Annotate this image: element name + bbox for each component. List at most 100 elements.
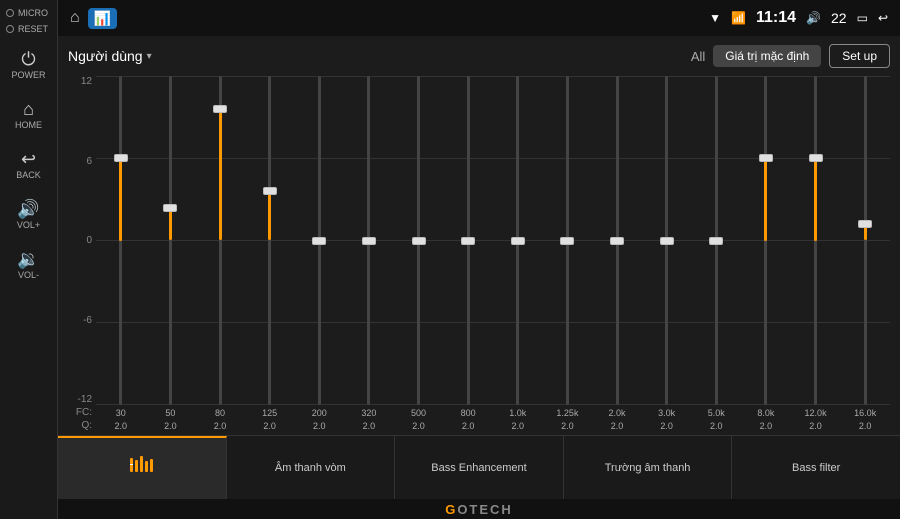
fc-val-5: 320 [344, 408, 394, 418]
slider-thumb-9[interactable] [560, 237, 574, 245]
slider-thumb-2[interactable] [213, 105, 227, 113]
slider-thumb-12[interactable] [709, 237, 723, 245]
q-val-12: 2.0 [692, 421, 742, 431]
user-dropdown-label: Người dùng [68, 48, 143, 64]
fc-val-12: 5.0k [692, 408, 742, 418]
fc-val-8: 1.0k [493, 408, 543, 418]
slider-thumb-14[interactable] [809, 154, 823, 162]
slider-thumb-13[interactable] [759, 154, 773, 162]
tab-label-4: Bass filter [792, 462, 840, 474]
home-topbar-icon: ⌂ [70, 9, 80, 27]
slider-track-area-1 [146, 76, 196, 405]
fc-label: FC: [68, 407, 96, 418]
q-val-11: 2.0 [642, 421, 692, 431]
q-label: Q: [68, 420, 96, 431]
slider-track-9 [566, 76, 569, 405]
sidebar: MICRO RESET ⏻ POWER ⌂ HOME ↩ BACK 🔊 VOL+… [0, 0, 58, 519]
speaker-icon: 🔊 [806, 11, 821, 25]
eq-header-right: All Giá trị mặc định Set up [691, 44, 890, 68]
y-label-0: 0 [68, 235, 92, 246]
tab-3[interactable]: Trường âm thanh [564, 436, 733, 499]
back-button[interactable]: ↩ BACK [4, 142, 54, 188]
tab-1[interactable]: Âm thanh vòm [227, 436, 396, 499]
band-col-14 [791, 76, 841, 405]
fc-values: 3050801252003205008001.0k1.25k2.0k3.0k5.… [96, 408, 890, 418]
slider-thumb-8[interactable] [511, 237, 525, 245]
power-label: POWER [11, 70, 45, 80]
eq-sliders-wrapper: 12 6 0 -6 -12 [68, 76, 890, 431]
band-col-4 [295, 76, 345, 405]
vol-down-icon: 🔉 [17, 250, 39, 268]
clock-display: 11:14 [756, 9, 796, 27]
reset-radio[interactable] [6, 25, 14, 33]
tab-label-1: Âm thanh vòm [275, 462, 346, 474]
tabbar: Âm thanh vòm Bass Enhancement Trường âm th… [58, 435, 900, 499]
brand-text: GOTECH [445, 502, 513, 517]
user-dropdown[interactable]: Người dùng ▾ [68, 48, 152, 64]
tab-icon-0 [128, 454, 156, 482]
slider-track-7 [467, 76, 470, 405]
vol-down-button[interactable]: 🔉 VOL- [4, 242, 54, 288]
slider-thumb-6[interactable] [412, 237, 426, 245]
tab-4[interactable]: Bass filter [732, 436, 900, 499]
slider-track-area-8 [493, 76, 543, 405]
slider-track-area-13 [741, 76, 791, 405]
slider-thumb-15[interactable] [858, 220, 872, 228]
fc-val-15: 16.0k [840, 408, 890, 418]
slider-thumb-11[interactable] [660, 237, 674, 245]
slider-track-15 [864, 76, 867, 405]
tab-0[interactable] [58, 436, 227, 499]
window-icon: ▭ [857, 11, 868, 25]
slider-track-area-7 [443, 76, 493, 405]
eq-header: Người dùng ▾ All Giá trị mặc định Set up [68, 44, 890, 68]
band-col-7 [443, 76, 493, 405]
slider-fill-2 [219, 109, 222, 241]
setup-button[interactable]: Set up [829, 44, 890, 68]
q-values: 2.02.02.02.02.02.02.02.02.02.02.02.02.02… [96, 421, 890, 431]
slider-track-8 [516, 76, 519, 405]
home-button[interactable]: ⌂ HOME [4, 92, 54, 138]
band-col-12 [692, 76, 742, 405]
fc-val-14: 12.0k [791, 408, 841, 418]
micro-label: MICRO [18, 8, 48, 18]
home-icon: ⌂ [23, 100, 34, 118]
slider-thumb-10[interactable] [610, 237, 624, 245]
home-label: HOME [15, 120, 42, 130]
equalizer-icon-active[interactable]: 📊 [88, 8, 117, 29]
vol-up-button[interactable]: 🔊 VOL+ [4, 192, 54, 238]
slider-thumb-7[interactable] [461, 237, 475, 245]
topbar: ⌂ 📊 ▼ 📶 11:14 🔊 22 ▭ ↩ [58, 0, 900, 36]
slider-thumb-1[interactable] [163, 204, 177, 212]
q-val-6: 2.0 [394, 421, 444, 431]
tab-2[interactable]: Bass Enhancement [395, 436, 564, 499]
slider-track-4 [318, 76, 321, 405]
q-val-14: 2.0 [791, 421, 841, 431]
back-topbar-icon[interactable]: ↩ [878, 11, 888, 25]
slider-thumb-0[interactable] [114, 154, 128, 162]
slider-thumb-5[interactable] [362, 237, 376, 245]
fc-val-2: 80 [195, 408, 245, 418]
slider-track-area-6 [394, 76, 444, 405]
tab-label-3: Trường âm thanh [605, 462, 691, 474]
reset-label: RESET [18, 24, 48, 34]
band-col-11 [642, 76, 692, 405]
fc-val-9: 1.25k [543, 408, 593, 418]
band-col-2 [195, 76, 245, 405]
slider-track-5 [367, 76, 370, 405]
slider-thumb-4[interactable] [312, 237, 326, 245]
q-val-15: 2.0 [840, 421, 890, 431]
fc-row: FC: 3050801252003205008001.0k1.25k2.0k3.… [68, 407, 890, 418]
power-button[interactable]: ⏻ POWER [4, 42, 54, 88]
brand-bar: GOTECH [58, 499, 900, 519]
slider-track-area-4 [295, 76, 345, 405]
band-col-9 [543, 76, 593, 405]
slider-track-area-15 [840, 76, 890, 405]
default-values-button[interactable]: Giá trị mặc định [713, 45, 821, 67]
band-col-15 [840, 76, 890, 405]
q-val-2: 2.0 [195, 421, 245, 431]
slider-thumb-3[interactable] [263, 187, 277, 195]
slider-track-area-12 [692, 76, 742, 405]
micro-radio[interactable] [6, 9, 14, 17]
back-icon: ↩ [21, 150, 36, 168]
band-col-0 [96, 76, 146, 405]
